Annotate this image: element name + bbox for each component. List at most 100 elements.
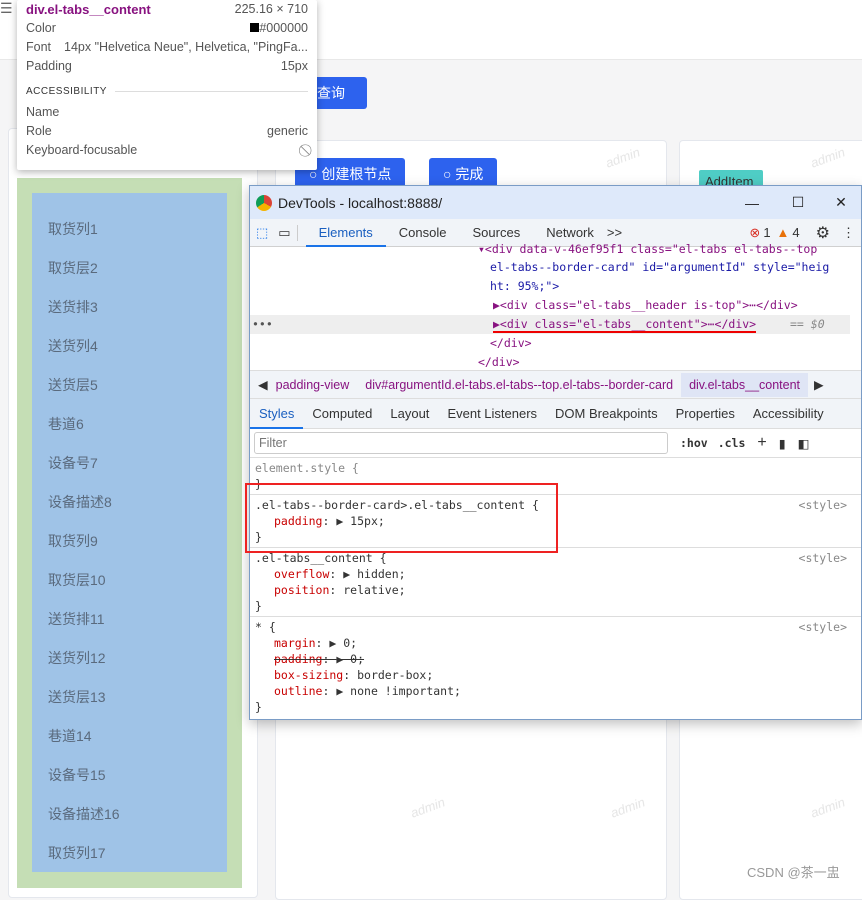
dom-node[interactable]: </div>	[478, 355, 520, 369]
styles-pane: element.style {} .el-tabs--border-card>.…	[245, 458, 861, 717]
devtools-title-bar: DevTools - localhost:8888/ — ☐ ✕	[250, 186, 861, 219]
credit: CSDN @茶一盅	[747, 865, 840, 880]
tab-console[interactable]: Console	[386, 219, 460, 247]
rule-source[interactable]: <style>	[799, 550, 847, 566]
error-count[interactable]: 1	[763, 225, 770, 240]
scroll-right-icon[interactable]: ▶	[808, 377, 830, 392]
dom-node[interactable]: el-tabs--border-card" id="argumentId" st…	[490, 260, 829, 274]
subtab-properties[interactable]: Properties	[667, 399, 744, 429]
rule-source[interactable]: <style>	[799, 619, 847, 635]
list-item[interactable]: 设备描述16	[48, 804, 120, 824]
selector[interactable]: element.style {	[255, 461, 359, 475]
selector[interactable]: * {	[255, 620, 276, 634]
device-toolbar-icon[interactable]: ▭	[274, 224, 298, 241]
dom-node[interactable]: ▾<div data-v-46ef95f1 class="el-tabs el-…	[478, 242, 817, 256]
breadcrumb-item-current[interactable]: div.el-tabs__content	[681, 372, 809, 397]
list-item[interactable]: 巷道14	[48, 726, 92, 746]
dom-node[interactable]: ▶<div class="el-tabs__header is-top">⋯</…	[493, 298, 798, 312]
close-icon[interactable]: ✕	[821, 194, 861, 211]
subtab-accessibility[interactable]: Accessibility	[744, 399, 833, 429]
prop-name[interactable]: margin	[274, 636, 316, 650]
label: Keyboard-focusable	[26, 143, 138, 157]
prop-name[interactable]: outline	[274, 684, 322, 698]
selector[interactable]: .el-tabs__content {	[255, 551, 387, 565]
list-item[interactable]: 送货层13	[48, 687, 106, 707]
prop-value[interactable]: border-box;	[357, 668, 433, 682]
breadcrumb-item[interactable]: div#argumentId.el-tabs.el-tabs--top.el-t…	[357, 378, 681, 392]
value: generic	[267, 124, 308, 138]
tooltip-element: div.el-tabs__content	[26, 2, 151, 17]
inspect-icon[interactable]: ⬚	[250, 225, 274, 241]
value: #000000	[259, 21, 308, 35]
prop-value[interactable]: ▶ none !important;	[336, 684, 461, 698]
prop-value[interactable]: ▶ hidden;	[343, 567, 405, 581]
filter-input[interactable]	[254, 432, 668, 454]
styles-subtabs: Styles Computed Layout Event Listeners D…	[250, 399, 861, 429]
breadcrumb-item[interactable]: padding-view	[276, 378, 358, 392]
list-item[interactable]: 取货列1	[48, 219, 98, 239]
menu-icon[interactable]: ☰	[0, 0, 13, 17]
toggle-sidebar-icon[interactable]: ◧	[798, 436, 810, 451]
prop-name[interactable]: overflow	[274, 567, 329, 581]
style-rule: * {<style> margin: ▶ 0; padding: ▶ 0; bo…	[255, 619, 847, 714]
prop-value[interactable]: relative;	[343, 583, 405, 597]
new-rule-icon[interactable]: +	[757, 434, 766, 452]
error-icon[interactable]: ⊗	[749, 225, 760, 241]
dom-node[interactable]: ht: 95%;">	[490, 279, 559, 293]
label: Font	[26, 40, 52, 54]
list-item[interactable]: 设备号7	[48, 453, 98, 473]
dom-tree: ▾<div data-v-46ef95f1 class="el-tabs el-…	[250, 242, 861, 371]
subtab-layout[interactable]: Layout	[381, 399, 438, 429]
hov-toggle[interactable]: :hov	[680, 436, 708, 450]
tooltip-size: 225.16 × 710	[234, 2, 308, 16]
list-item[interactable]: 取货列17	[48, 843, 106, 863]
subtab-event-listeners[interactable]: Event Listeners	[438, 399, 546, 429]
prop-value[interactable]: ▶ 0;	[329, 636, 357, 650]
dom-node[interactable]: </div>	[490, 336, 532, 350]
label: Role	[26, 124, 52, 138]
subtab-styles[interactable]: Styles	[250, 399, 304, 429]
list-item[interactable]: 取货列9	[48, 531, 98, 551]
prop-value-overridden[interactable]: ▶ 0;	[336, 652, 364, 666]
list-item[interactable]: 巷道6	[48, 414, 84, 434]
subtab-dom-breakpoints[interactable]: DOM Breakpoints	[546, 399, 667, 429]
more-tabs-icon[interactable]: >>	[607, 225, 622, 240]
filter-bar: :hov .cls + ▮ ◧	[250, 429, 861, 458]
prop-name-overridden[interactable]: padding	[274, 652, 322, 666]
tabs-content-highlight: 取货列1 取货层2 送货排3 送货列4 送货层5 巷道6 设备号7 设备描述8 取货列9 取货层1…	[32, 193, 227, 872]
style-rule: .el-tabs--border-card>.el-tabs__content …	[245, 483, 861, 553]
label: Color	[26, 21, 56, 35]
chrome-icon	[256, 194, 272, 211]
scroll-left-icon[interactable]: ◀	[250, 377, 276, 392]
list-item[interactable]: 送货排11	[48, 609, 105, 629]
prop-name[interactable]: position	[274, 583, 329, 597]
list-item[interactable]: 送货排3	[48, 297, 98, 317]
prop-name[interactable]: box-sizing	[274, 668, 343, 682]
list-item[interactable]: 取货层10	[48, 570, 106, 590]
list-item[interactable]: 取货层2	[48, 258, 98, 278]
list-item[interactable]: 送货列4	[48, 336, 98, 356]
list-item[interactable]: 送货层5	[48, 375, 98, 395]
dom-selection-marker: == $0	[790, 317, 825, 331]
settings-icon[interactable]: ⚙	[810, 223, 836, 243]
search-icon: ○	[443, 166, 456, 182]
gutter-dots[interactable]: •••	[252, 317, 273, 331]
inspect-tooltip: div.el-tabs__content 225.16 × 710 Color #0…	[17, 0, 317, 170]
tab-elements[interactable]: Elements	[305, 219, 386, 247]
selected-dom-node[interactable]: ▶<div class="el-tabs__content">⋯</div>	[493, 317, 757, 333]
list-item[interactable]: 设备描述8	[48, 492, 112, 512]
rule-source[interactable]: <style>	[799, 497, 847, 513]
maximize-icon[interactable]: ☐	[775, 194, 821, 211]
color-swatch	[250, 23, 260, 32]
cls-toggle[interactable]: .cls	[718, 436, 746, 450]
warning-count[interactable]: 4	[792, 225, 799, 240]
value: 14px "Helvetica Neue", Helvetica, "PingF…	[64, 40, 308, 54]
subtab-computed[interactable]: Computed	[303, 399, 381, 429]
minimize-icon[interactable]: —	[729, 195, 775, 211]
warning-icon[interactable]: ▲	[777, 225, 790, 240]
paint-brush-icon[interactable]: ▮	[779, 436, 786, 451]
list-item[interactable]: 送货列12	[48, 648, 106, 668]
kebab-menu-icon[interactable]: ⋮	[836, 225, 861, 241]
window-title: DevTools - localhost:8888/	[278, 194, 443, 211]
list-item[interactable]: 设备号15	[48, 765, 106, 785]
